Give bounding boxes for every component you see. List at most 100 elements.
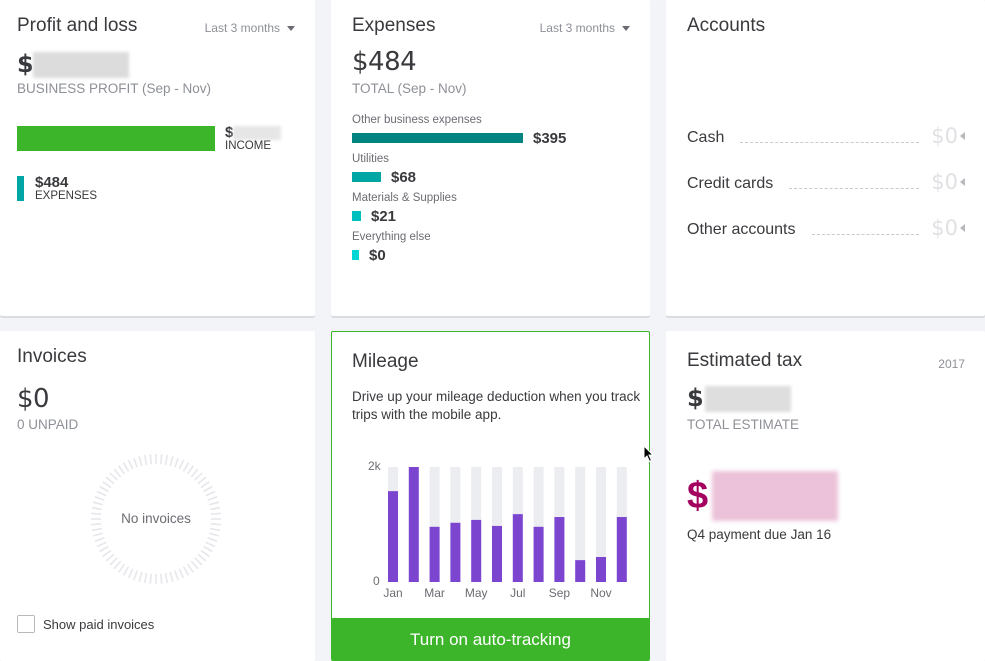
total-estimate-label: TOTAL ESTIMATE: [687, 417, 800, 432]
expenses-amount: $484: [35, 174, 69, 191]
x-tick-label: Sep: [548, 586, 571, 600]
expense-category-name: Materials & Supplies: [352, 192, 457, 204]
donut-tick: [197, 476, 207, 485]
account-amount: $0: [931, 216, 958, 240]
show-paid-checkbox[interactable]: [17, 615, 35, 633]
donut-tick: [159, 573, 163, 584]
donut-tick: [203, 485, 213, 493]
turn-on-auto-tracking-button[interactable]: Turn on auto-tracking: [332, 618, 649, 660]
donut-tick: [133, 457, 138, 468]
account-row-cash[interactable]: Cash $0: [687, 125, 965, 147]
caret-down-icon: [287, 25, 295, 31]
donut-tick: [94, 496, 105, 501]
bar-feb[interactable]: [408, 467, 419, 582]
mouse-cursor-icon: [643, 445, 655, 463]
tax-year: 2017: [938, 357, 965, 371]
x-tick-label: May: [464, 586, 488, 600]
dotted-leader: [789, 188, 920, 189]
donut-tick: [190, 468, 199, 478]
donut-tick: [178, 459, 185, 470]
expense-category-amount: $0: [369, 246, 386, 264]
expenses-bar[interactable]: [17, 176, 24, 201]
donut-tick: [149, 454, 153, 465]
donut-tick: [186, 563, 194, 573]
period-label: Last 3 months: [204, 21, 280, 35]
bar-dec[interactable]: [616, 517, 627, 582]
expense-category-bar[interactable]: [352, 211, 361, 221]
profit-loss-period-dropdown[interactable]: Last 3 months: [205, 21, 295, 35]
bar-may[interactable]: [471, 519, 482, 582]
q4-payment-amount: $: [687, 471, 839, 521]
bar-aug[interactable]: [533, 526, 544, 582]
x-tick-label: Mar: [424, 586, 445, 600]
expense-category-amount: $21: [371, 207, 397, 225]
expenses-total-label: TOTAL (Sep - Nov): [352, 81, 467, 96]
currency-symbol: $: [17, 50, 34, 78]
donut-tick: [200, 549, 210, 557]
donut-tick: [207, 496, 218, 501]
expense-category-bar[interactable]: [352, 133, 523, 143]
donut-tick: [122, 566, 130, 576]
bar-jul[interactable]: [512, 514, 523, 582]
income-amount: $: [225, 124, 282, 141]
bar-mar[interactable]: [429, 526, 440, 582]
expenses-title: Expenses: [352, 15, 436, 36]
redacted-value: [233, 126, 282, 141]
donut-tick: [91, 506, 102, 511]
x-tick-label: Jan: [383, 586, 403, 600]
donut-tick: [174, 570, 179, 581]
account-name: Cash: [687, 129, 725, 146]
expenses-period-dropdown[interactable]: Last 3 months: [540, 21, 630, 35]
donut-tick: [93, 532, 104, 537]
caret-left-icon: [960, 224, 965, 232]
expenses-label: EXPENSES: [35, 190, 97, 202]
income-label: INCOME: [225, 140, 271, 152]
donut-tick: [159, 454, 163, 465]
expense-category-name: Everything else: [352, 231, 431, 243]
expense-category[interactable]: Other business expenses $395: [352, 114, 566, 148]
bar-oct[interactable]: [575, 560, 586, 582]
show-paid-label: Show paid invoices: [43, 616, 155, 632]
redacted-value: [712, 471, 839, 521]
donut-tick: [143, 573, 148, 584]
expense-category-amount: $68: [391, 168, 417, 186]
donut-tick: [99, 545, 109, 553]
bar-jan[interactable]: [388, 491, 398, 582]
mileage-title: Mileage: [352, 351, 419, 372]
donut-tick: [205, 541, 216, 548]
show-paid-invoices-toggle[interactable]: Show paid invoices: [17, 615, 154, 633]
bar-nov[interactable]: [596, 556, 606, 582]
invoices-unpaid-label: 0 UNPAID: [17, 417, 79, 432]
donut-tick: [102, 549, 112, 557]
expense-category[interactable]: Everything else $0: [352, 231, 431, 265]
redacted-value: [705, 386, 792, 412]
income-bar[interactable]: [17, 126, 215, 151]
profit-loss-card[interactable]: Profit and loss Last 3 months $ BUSINESS…: [0, 0, 315, 316]
donut-tick: [105, 553, 115, 562]
expense-category-bar[interactable]: [352, 172, 381, 182]
estimated-tax-card[interactable]: Estimated tax 2017 $ TOTAL ESTIMATE $ Q4…: [666, 331, 985, 661]
donut-tick: [194, 472, 203, 481]
invoices-card[interactable]: Invoices $0 0 UNPAID No invoices Show pa…: [0, 331, 315, 661]
no-invoices-text: No invoices: [121, 511, 191, 526]
account-row-other-accounts[interactable]: Other accounts $0: [687, 217, 965, 239]
expense-category[interactable]: Materials & Supplies $21: [352, 192, 457, 226]
bar-apr[interactable]: [450, 522, 461, 582]
expenses-card[interactable]: Expenses Last 3 months $484 TOTAL (Sep -…: [331, 0, 650, 316]
donut-tick: [138, 571, 143, 582]
expense-category[interactable]: Utilities $68: [352, 153, 416, 187]
donut-tick: [118, 563, 126, 573]
expense-category-bar[interactable]: [352, 250, 359, 260]
donut-tick: [93, 501, 104, 506]
bar-sep[interactable]: [554, 517, 565, 582]
account-row-credit-cards[interactable]: Credit cards $0: [687, 171, 965, 193]
donut-tick: [164, 573, 169, 584]
donut-tick: [182, 462, 190, 472]
donut-tick: [169, 571, 174, 582]
currency-symbol: $: [687, 384, 704, 412]
donut-tick: [109, 472, 118, 481]
bar-jun[interactable]: [492, 525, 502, 582]
currency-symbol: $: [225, 124, 234, 141]
caret-left-icon: [960, 132, 965, 140]
expense-category-name: Other business expenses: [352, 114, 482, 126]
